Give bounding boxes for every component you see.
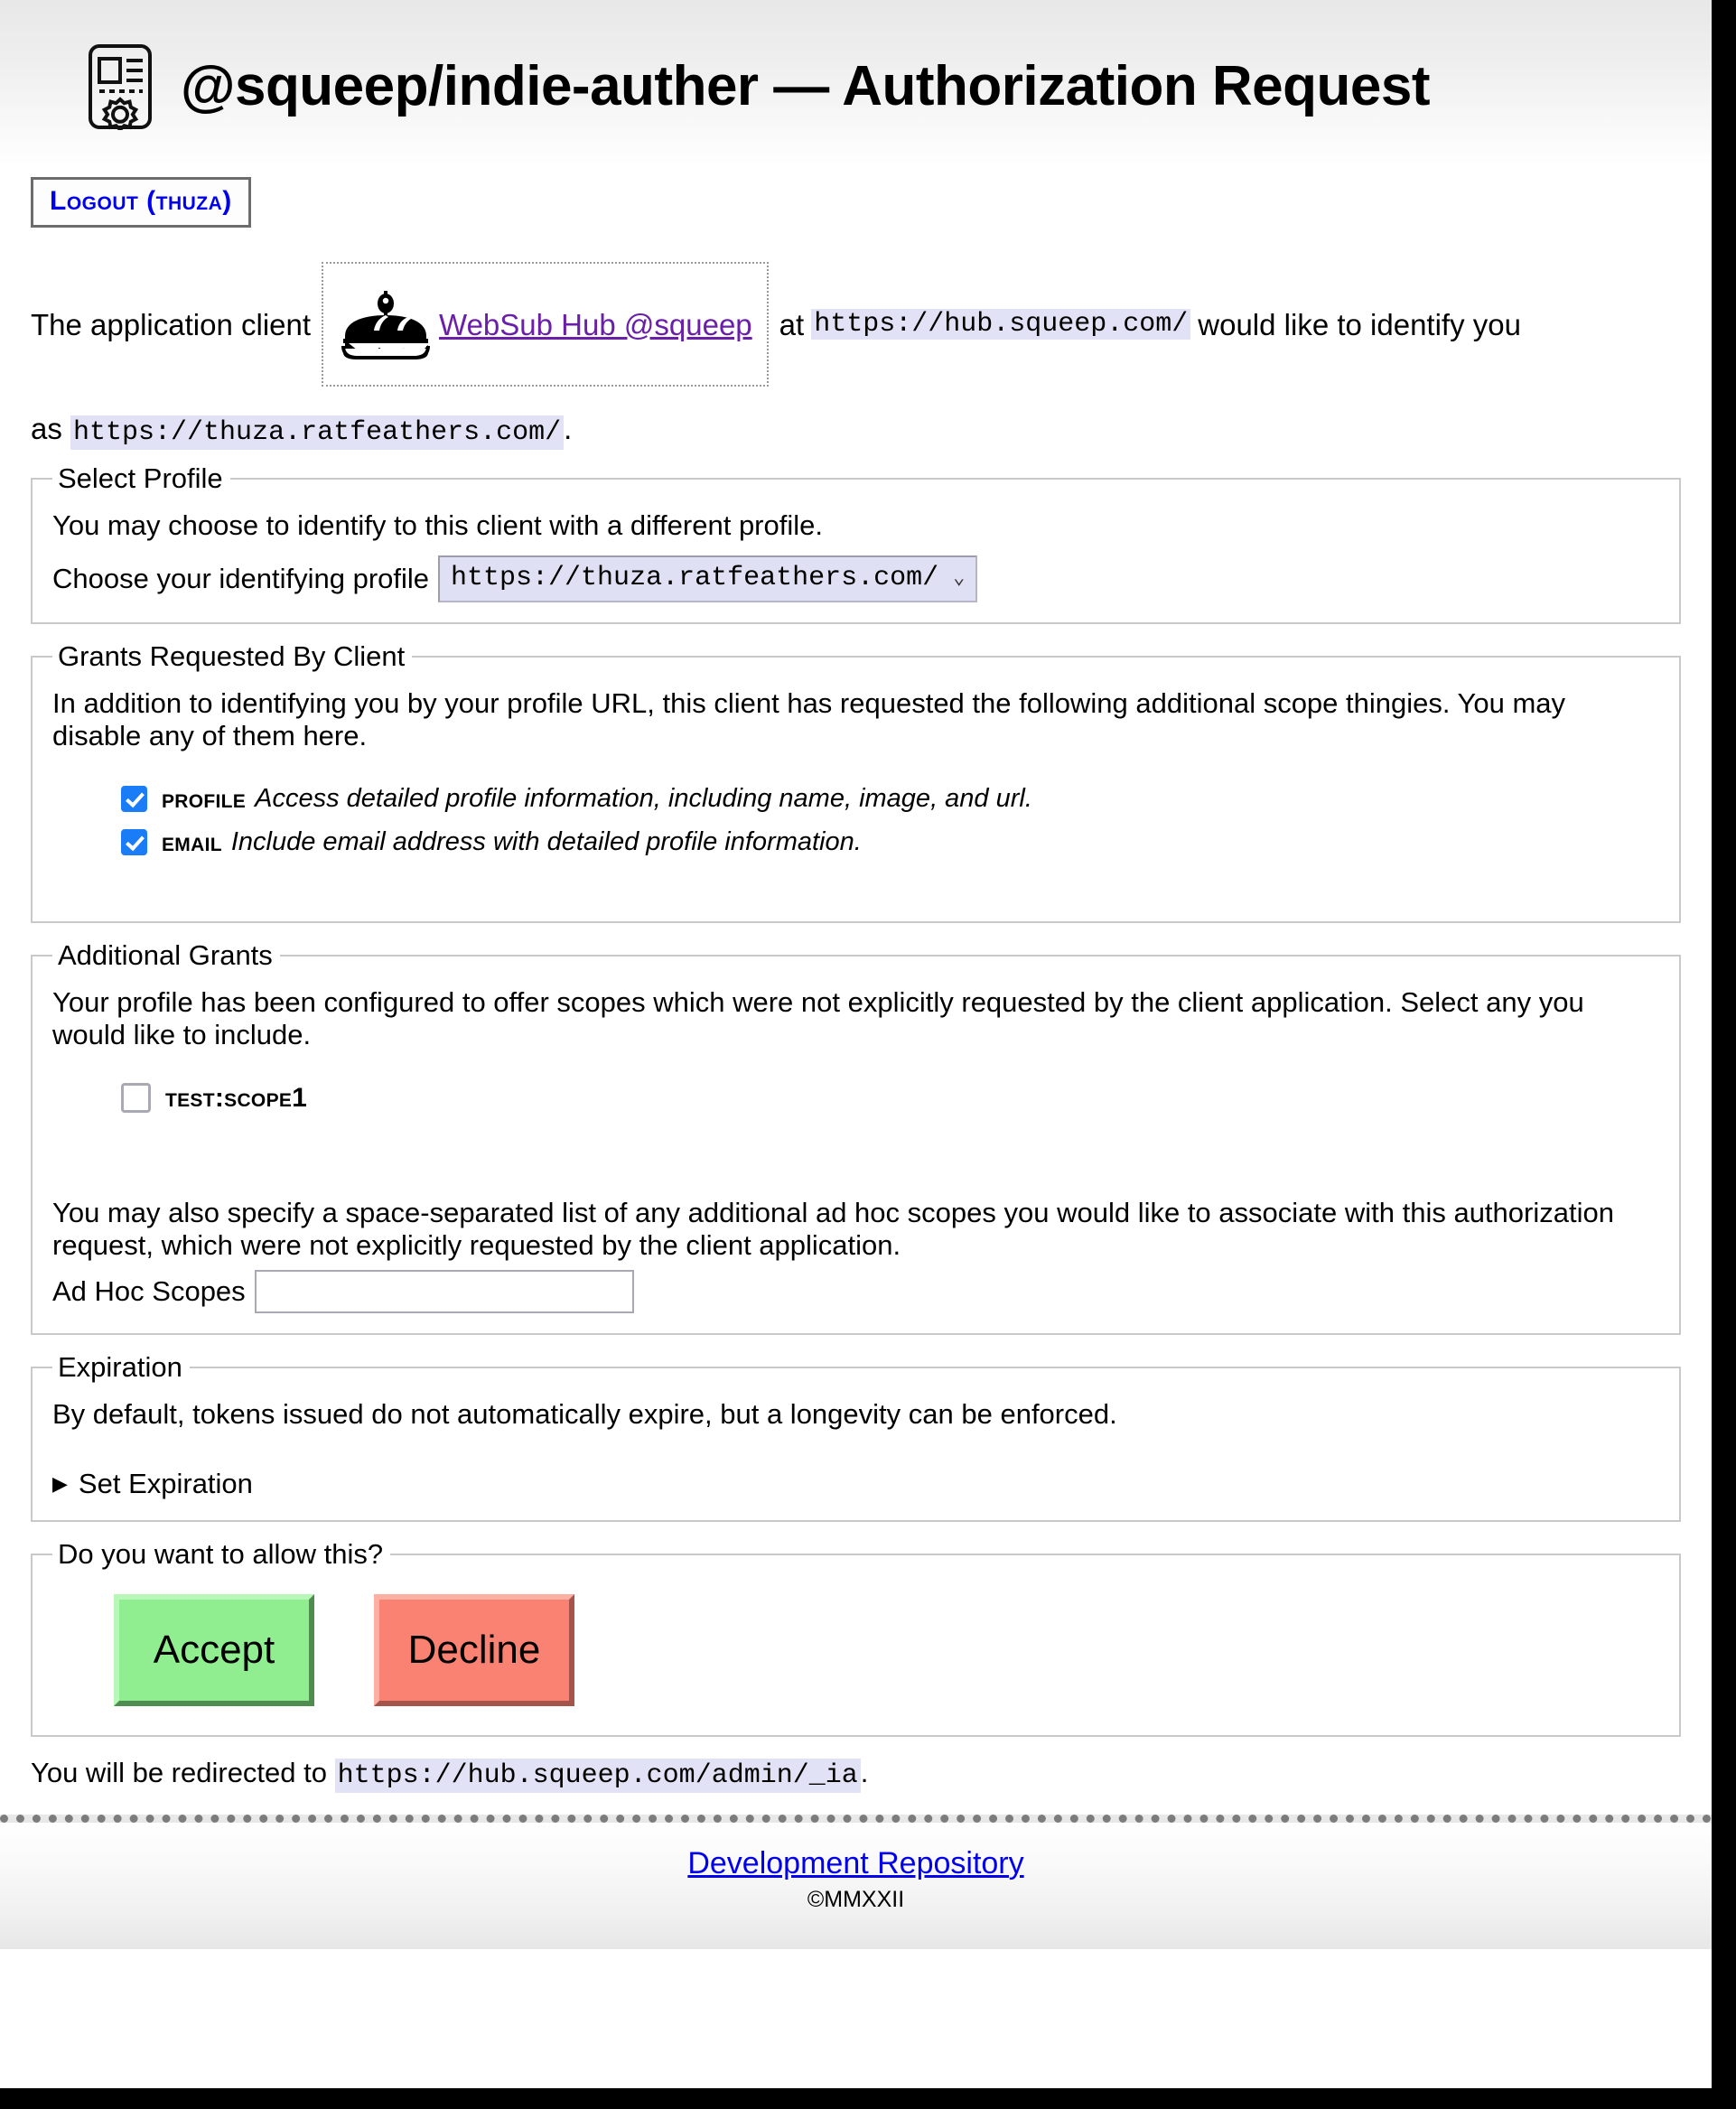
list-item[interactable]: test:scope1 [121, 1083, 1659, 1114]
site-footer: Development Repository ©MMXXII [0, 1814, 1712, 1949]
profile-select-row: Choose your identifying profile https://… [52, 555, 1659, 602]
intro-prefix: The application client [31, 307, 312, 341]
profile-select[interactable]: https://thuza.ratfeathers.com/ ⌄ [438, 555, 978, 602]
intro-paragraph: The application client WebSub Hub @squee… [31, 262, 1681, 450]
scope-name: email [162, 826, 222, 857]
decline-button[interactable]: Decline [374, 1593, 574, 1706]
checkbox-test-scope1[interactable] [121, 1083, 151, 1114]
development-repository-link[interactable]: Development Repository [687, 1846, 1023, 1880]
decision-buttons: Accept Decline [114, 1593, 1659, 1706]
sandwich-icon [338, 289, 434, 359]
accept-button[interactable]: Accept [114, 1593, 314, 1706]
client-name-link[interactable]: WebSub Hub @squeep [439, 310, 752, 340]
decision-legend: Do you want to allow this? [58, 1537, 384, 1570]
redirect-prefix: You will be redirected to [31, 1756, 327, 1788]
triangle-right-icon: ▶ [52, 1471, 68, 1495]
profile-select-value: https://thuza.ratfeathers.com/ [451, 562, 939, 593]
intro-as-suffix: . [564, 412, 573, 445]
intro-at: at [779, 307, 805, 341]
additional-grants-legend: Additional Grants [58, 938, 273, 971]
list-item[interactable]: email Include email address with detaile… [121, 827, 1659, 858]
authorization-card-gear-icon [87, 43, 154, 133]
logout-row: Logout (thuza) [31, 166, 1681, 240]
additional-grants-panel: Additional Grants Your profile has been … [31, 938, 1681, 1336]
main-content: Logout (thuza) The application client We… [0, 166, 1712, 1793]
chevron-down-icon: ⌄ [953, 566, 966, 590]
page-title: @squeep/indie-auther — Authorization Req… [181, 55, 1431, 117]
checkbox-email[interactable] [121, 829, 147, 856]
grants-requested-description: In addition to identifying you by your p… [52, 686, 1566, 752]
scope-name: test:scope1 [165, 1082, 308, 1113]
set-expiration-disclosure[interactable]: ▶ Set Expiration [52, 1468, 1659, 1500]
adhoc-row: Ad Hoc Scopes [52, 1270, 1659, 1314]
copyright-text: ©MMXXII [807, 1886, 905, 1912]
profile-url: https://thuza.ratfeathers.com/ [70, 415, 565, 450]
page-root: @squeep/indie-auther — Authorization Req… [0, 0, 1712, 2088]
select-profile-description: You may choose to identify to this clien… [52, 509, 823, 541]
scope-description: Access detailed profile information, inc… [255, 784, 1032, 814]
requested-scope-list: profile Access detailed profile informat… [121, 784, 1659, 858]
client-url: https://hub.squeep.com/ [811, 309, 1191, 340]
scope-name: profile [162, 783, 247, 814]
redirect-notice: You will be redirected to https://hub.sq… [31, 1756, 1681, 1793]
expiration-legend: Expiration [58, 1351, 182, 1384]
grants-requested-legend: Grants Requested By Client [58, 639, 406, 672]
list-item[interactable]: profile Access detailed profile informat… [121, 784, 1659, 815]
select-profile-panel: Select Profile You may choose to identif… [31, 462, 1681, 624]
profile-select-label: Choose your identifying profile [52, 562, 430, 594]
checkbox-profile[interactable] [121, 786, 147, 813]
expiration-description: By default, tokens issued do not automat… [52, 1398, 1117, 1431]
adhoc-label: Ad Hoc Scopes [52, 1275, 246, 1308]
adhoc-note: You may also specify a space-separated l… [52, 1196, 1614, 1262]
logout-button[interactable]: Logout (thuza) [31, 177, 251, 228]
select-profile-legend: Select Profile [58, 462, 223, 494]
decision-panel: Do you want to allow this? Accept Declin… [31, 1537, 1681, 1737]
client-card: WebSub Hub @squeep [322, 262, 769, 387]
adhoc-scopes-input[interactable] [254, 1270, 634, 1314]
grants-requested-panel: Grants Requested By Client In addition t… [31, 639, 1681, 923]
intro-suffix: would like to identify you [1198, 307, 1521, 341]
redirect-suffix: . [860, 1756, 869, 1788]
additional-grants-description: Your profile has been configured to offe… [52, 985, 1584, 1051]
expiration-panel: Expiration By default, tokens issued do … [31, 1351, 1681, 1522]
site-header: @squeep/indie-auther — Authorization Req… [0, 0, 1712, 166]
redirect-url: https://hub.squeep.com/admin/_ia [334, 1758, 861, 1793]
set-expiration-label: Set Expiration [78, 1467, 253, 1499]
intro-as-prefix: as [31, 412, 62, 445]
scope-description: Include email address with detailed prof… [230, 827, 862, 857]
additional-scope-list: test:scope1 [121, 1083, 1659, 1114]
